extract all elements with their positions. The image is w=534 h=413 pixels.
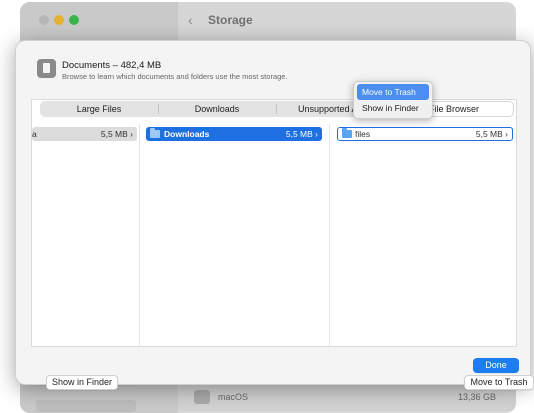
item-size: 5,5 MB › bbox=[100, 129, 133, 139]
list-item-files[interactable]: files 5,5 MB › bbox=[337, 127, 513, 141]
tab-downloads[interactable]: Downloads bbox=[158, 101, 276, 117]
context-menu: Move to Trash Show in Finder bbox=[353, 81, 433, 119]
back-chevron-icon[interactable]: ‹ bbox=[188, 12, 193, 28]
macos-drive-icon bbox=[194, 390, 210, 404]
list-item[interactable]: a 5,5 MB › bbox=[32, 127, 137, 141]
documents-sheet: Documents – 482,4 MB Browse to learn whi… bbox=[15, 40, 534, 390]
move-to-trash-button[interactable]: Move to Trash bbox=[464, 375, 534, 390]
item-name: Downloads bbox=[164, 129, 210, 139]
browser-column-3: files 5,5 MB › bbox=[330, 124, 518, 348]
minimize-window-button[interactable] bbox=[54, 15, 64, 25]
item-name: a bbox=[32, 129, 37, 139]
sheet-subtitle: Browse to learn which documents and fold… bbox=[62, 72, 288, 81]
background-sidebar-item bbox=[36, 400, 136, 412]
context-menu-move-to-trash[interactable]: Move to Trash bbox=[357, 84, 429, 100]
document-icon bbox=[37, 59, 56, 78]
done-button[interactable]: Done bbox=[473, 358, 519, 373]
item-size: 5,5 MB › bbox=[285, 129, 318, 139]
folder-icon bbox=[150, 128, 160, 138]
background-row-label: macOS bbox=[218, 392, 249, 402]
browser-column-1: a 5,5 MB › bbox=[32, 124, 140, 348]
window-title: Storage bbox=[208, 13, 253, 27]
context-menu-show-in-finder[interactable]: Show in Finder bbox=[357, 100, 429, 116]
file-browser-panel: Large Files Downloads Unsupported Apps F… bbox=[31, 99, 534, 390]
item-name: files bbox=[355, 129, 371, 139]
show-in-finder-button[interactable]: Show in Finder bbox=[46, 375, 118, 390]
tab-large-files[interactable]: Large Files bbox=[40, 101, 158, 117]
browser-column-2: Downloads 5,5 MB › bbox=[140, 124, 330, 348]
close-window-button[interactable] bbox=[39, 15, 49, 25]
zoom-window-button[interactable] bbox=[69, 15, 79, 25]
list-item-downloads[interactable]: Downloads 5,5 MB › bbox=[146, 127, 322, 141]
background-row-size: 13,36 GB bbox=[457, 392, 496, 402]
segmented-tabs: Large Files Downloads Unsupported Apps F… bbox=[40, 101, 514, 117]
sheet-title: Documents – 482,4 MB bbox=[62, 60, 162, 71]
item-size: 5,5 MB › bbox=[475, 129, 508, 139]
folder-icon bbox=[342, 128, 352, 138]
